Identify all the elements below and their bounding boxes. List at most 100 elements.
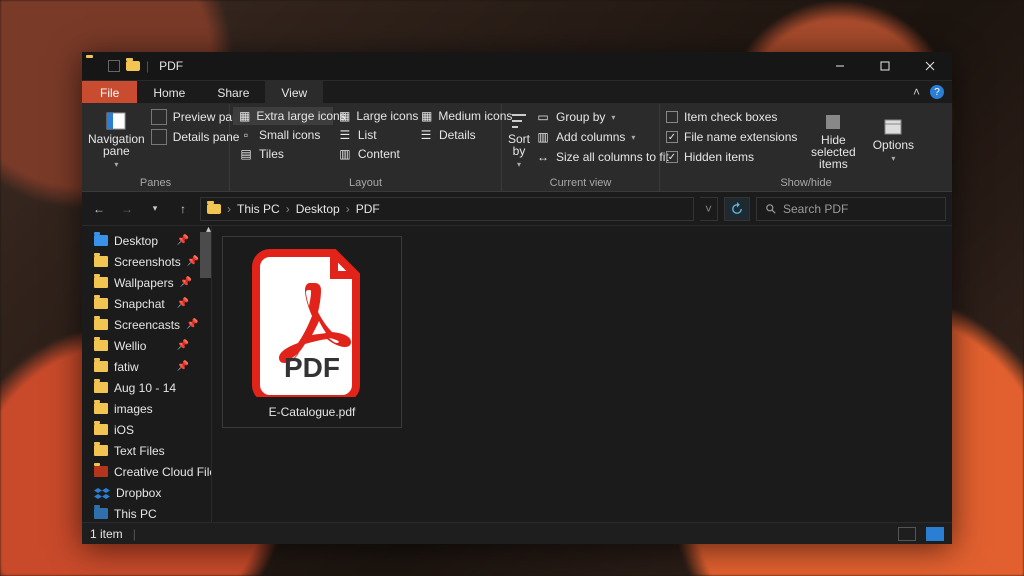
lg-icon: ▦ — [339, 109, 350, 123]
folder-icon — [94, 298, 108, 309]
layout-details[interactable]: ☰Details — [413, 126, 498, 144]
sidebar-item[interactable]: Dropbox — [82, 482, 211, 503]
status-text: 1 item — [90, 527, 123, 541]
sidebar-item-label: This PC — [114, 507, 157, 521]
folder-icon — [94, 466, 108, 477]
address-history-button[interactable]: ˅ — [700, 197, 718, 221]
file-ext-toggle[interactable]: ✓File name extensions — [666, 128, 797, 146]
recent-locations-button[interactable]: ▾ — [144, 203, 166, 214]
folder-icon — [126, 61, 140, 71]
hide-selected-button[interactable]: Hide selected items — [803, 108, 863, 173]
sidebar-item[interactable]: Screenshots📌 — [82, 251, 211, 272]
minimize-button[interactable] — [817, 52, 862, 80]
sidebar-item[interactable]: Wallpapers📌 — [82, 272, 211, 293]
size-columns-button[interactable]: ↔Size all columns to fit — [536, 148, 669, 166]
maximize-button[interactable] — [862, 52, 907, 80]
pin-icon: 📌 — [177, 361, 211, 372]
group-label-showhide: Show/hide — [660, 177, 952, 191]
folder-icon — [94, 424, 108, 435]
sidebar: Desktop📌Screenshots📌Wallpapers📌Snapchat📌… — [82, 226, 212, 522]
file-name: E-Catalogue.pdf — [231, 405, 393, 419]
folder-icon — [94, 508, 108, 519]
collapse-ribbon-icon[interactable]: ˄ — [913, 85, 920, 99]
tab-view[interactable]: View — [265, 81, 323, 103]
layout-list[interactable]: ☰List — [332, 126, 413, 144]
sort-icon — [509, 111, 529, 131]
folder-icon — [94, 319, 108, 330]
sidebar-item[interactable]: iOS — [82, 419, 211, 440]
sidebar-item[interactable]: Creative Cloud Files — [82, 461, 211, 482]
sidebar-item-label: iOS — [114, 423, 134, 437]
back-button[interactable]: ← — [88, 202, 110, 216]
group-label-layout: Layout — [230, 177, 501, 191]
group-label-currentview: Current view — [502, 177, 659, 191]
layout-small[interactable]: ▫Small icons — [233, 126, 332, 144]
ribbon-view: Navigation pane ▾ Preview pane Details p… — [82, 104, 952, 192]
close-button[interactable] — [907, 52, 952, 80]
help-icon[interactable]: ? — [930, 85, 944, 99]
folder-icon — [94, 403, 108, 414]
sidebar-item[interactable]: Snapchat📌 — [82, 293, 211, 314]
xl-icon: ▦ — [239, 109, 250, 123]
item-checkboxes-toggle[interactable]: Item check boxes — [666, 108, 797, 126]
folder-icon — [94, 445, 108, 456]
details-icon: ☰ — [419, 128, 433, 142]
tab-share[interactable]: Share — [201, 81, 265, 103]
sidebar-item[interactable]: Text Files — [82, 440, 211, 461]
folder-icon — [207, 204, 221, 214]
qat-icon[interactable] — [108, 60, 120, 72]
sidebar-item[interactable]: Wellio📌 — [82, 335, 211, 356]
tab-home[interactable]: Home — [137, 81, 201, 103]
sidebar-item[interactable]: This PC — [82, 503, 211, 522]
thumbnails-view-toggle[interactable] — [926, 527, 944, 541]
sort-by-button[interactable]: Sort by ▾ — [508, 108, 530, 173]
folder-icon — [94, 256, 108, 267]
chevron-down-icon: ▾ — [891, 153, 895, 165]
up-button[interactable]: ↑ — [172, 202, 194, 216]
details-view-toggle[interactable] — [898, 527, 916, 541]
scrollbar-thumb[interactable] — [200, 232, 211, 278]
file-item[interactable]: PDF E-Catalogue.pdf — [222, 236, 402, 428]
pin-icon: 📌 — [177, 340, 211, 351]
layout-medium[interactable]: ▦Medium icons — [415, 107, 501, 125]
pin-icon: 📌 — [186, 319, 211, 330]
layout-extra-large[interactable]: ▦Extra large icons — [233, 107, 333, 125]
navigation-row: ← → ▾ ↑ › This PC › Desktop › PDF ˅ Sear… — [82, 192, 952, 226]
sidebar-item-label: Desktop — [114, 234, 158, 248]
sidebar-item[interactable]: Desktop📌 — [82, 230, 211, 251]
pdf-icon: PDF — [252, 247, 372, 397]
layout-tiles[interactable]: ▤Tiles — [233, 145, 332, 163]
chevron-down-icon: ▾ — [114, 159, 118, 171]
file-area[interactable]: PDF E-Catalogue.pdf — [212, 226, 952, 522]
add-columns-button[interactable]: ▥Add columns ▾ — [536, 128, 669, 146]
tiles-icon: ▤ — [239, 147, 253, 161]
details-pane-icon — [151, 129, 167, 145]
forward-button[interactable]: → — [116, 202, 138, 216]
svg-text:PDF: PDF — [284, 352, 340, 383]
crumb-thispc[interactable]: This PC — [237, 202, 280, 216]
sidebar-item-label: Text Files — [114, 444, 165, 458]
status-bar: 1 item | — [82, 522, 952, 544]
sidebar-item[interactable]: Screencasts📌 — [82, 314, 211, 335]
sidebar-item[interactable]: Aug 10 - 14 — [82, 377, 211, 398]
address-bar[interactable]: › This PC › Desktop › PDF — [200, 197, 694, 221]
folder-icon — [94, 235, 108, 246]
layout-content[interactable]: ▥Content — [332, 145, 413, 163]
layout-large[interactable]: ▦Large icons — [333, 107, 415, 125]
crumb-pdf[interactable]: PDF — [356, 202, 380, 216]
group-by-button[interactable]: ▭Group by ▾ — [536, 108, 669, 126]
navigation-pane-button[interactable]: Navigation pane ▾ — [88, 108, 145, 173]
sidebar-item[interactable]: fatiw 📌 — [82, 356, 211, 377]
refresh-button[interactable] — [724, 197, 750, 221]
folder-icon — [94, 340, 108, 351]
hidden-items-toggle[interactable]: ✓Hidden items — [666, 148, 797, 166]
folder-small-icon — [86, 58, 102, 74]
tab-file[interactable]: File — [82, 81, 137, 103]
folder-icon — [94, 487, 110, 499]
crumb-desktop[interactable]: Desktop — [296, 202, 340, 216]
pin-icon: 📌 — [177, 298, 211, 309]
search-input[interactable]: Search PDF — [756, 197, 946, 221]
options-button[interactable]: Options ▾ — [869, 108, 917, 173]
sidebar-item-label: fatiw — [114, 360, 139, 374]
sidebar-item[interactable]: images — [82, 398, 211, 419]
